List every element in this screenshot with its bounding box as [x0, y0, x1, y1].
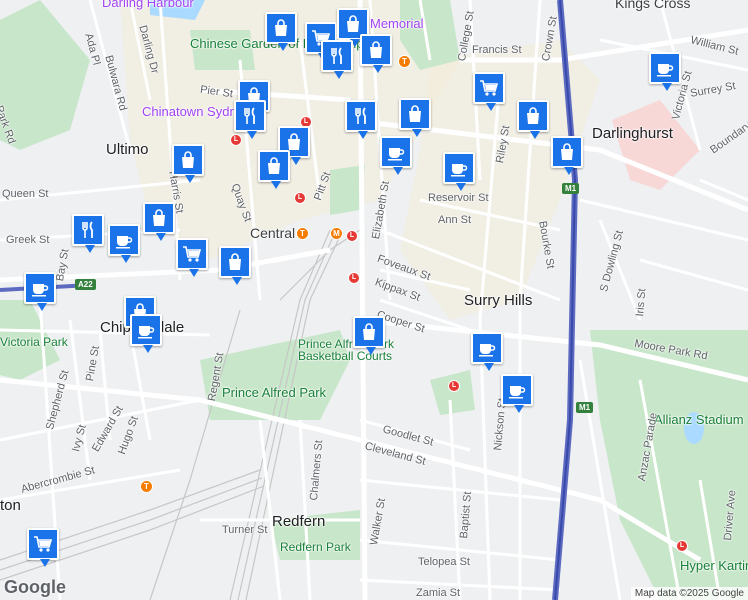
street-label: Zamia St [416, 587, 461, 599]
map-marker[interactable] [234, 100, 266, 139]
train-station-icon[interactable]: T [296, 227, 309, 240]
map-marker[interactable] [345, 100, 377, 139]
route-shield: M1 [562, 183, 580, 194]
park-label: Redfern Park [280, 540, 351, 554]
map-marker[interactable] [517, 100, 549, 139]
map-marker[interactable] [143, 202, 175, 241]
route-shield: M1 [576, 402, 594, 413]
map-marker[interactable] [172, 144, 204, 183]
street-label: Telopea St [418, 556, 470, 568]
map-marker[interactable] [108, 224, 140, 263]
suburb-label: Surry Hills [464, 292, 533, 309]
map-marker[interactable] [443, 152, 475, 191]
suburb-label: Ultimo [106, 141, 149, 158]
street-label: Reservoir St [428, 192, 489, 204]
place-label: Kings Cross [615, 0, 691, 11]
map-marker[interactable] [473, 72, 505, 111]
light-rail-icon[interactable]: L [676, 540, 688, 552]
map-marker[interactable] [471, 332, 503, 371]
google-logo: Google [4, 577, 66, 597]
place-label: Memorial [370, 16, 424, 31]
map-marker[interactable] [353, 316, 385, 355]
map-marker[interactable] [321, 40, 353, 79]
map-marker[interactable] [360, 34, 392, 73]
map-marker[interactable] [219, 246, 251, 285]
light-rail-icon[interactable]: L [448, 380, 460, 392]
map-marker[interactable] [27, 528, 59, 567]
map-marker[interactable] [399, 98, 431, 137]
light-rail-icon[interactable]: L [294, 192, 306, 204]
light-rail-icon[interactable]: L [346, 230, 358, 242]
station-label: Central [250, 225, 296, 241]
place-label: Darling Harbour [102, 0, 194, 10]
map-marker[interactable] [72, 214, 104, 253]
map-marker[interactable] [265, 12, 297, 51]
map-marker[interactable] [380, 136, 412, 175]
map-marker[interactable] [24, 272, 56, 311]
suburb-label: Redfern [272, 513, 326, 530]
suburb-label: ton [0, 497, 21, 514]
place-label: Allianz Stadium [654, 412, 744, 427]
map-marker[interactable] [551, 136, 583, 175]
street-label: Queen St [2, 188, 49, 200]
light-rail-icon[interactable]: L [230, 134, 242, 146]
park-label: Victoria Park [0, 335, 68, 349]
map-view[interactable]: Darling Harbour Chinese Garden of Friend… [0, 0, 748, 600]
suburb-label: Darlinghurst [592, 125, 673, 142]
map-marker[interactable] [649, 52, 681, 91]
map-marker[interactable] [501, 374, 533, 413]
street-label: Iris St [634, 287, 649, 318]
street-label: Ann St [438, 214, 472, 226]
street-label: Greek St [6, 234, 50, 246]
place-label: Hyper Karting [680, 558, 748, 573]
map-attribution[interactable]: Map data ©2025 Google [630, 587, 748, 600]
park-label: Prince Alfred Park [222, 385, 327, 400]
street-label: Francis St [472, 44, 522, 56]
metro-station-icon[interactable]: M [330, 227, 343, 240]
map-marker[interactable] [176, 238, 208, 277]
train-station-icon[interactable]: T [140, 480, 153, 493]
street-label: Turner St [222, 524, 268, 536]
train-station-icon[interactable]: T [398, 55, 411, 68]
map-marker[interactable] [130, 314, 162, 353]
map-marker[interactable] [258, 150, 290, 189]
light-rail-icon[interactable]: L [348, 272, 360, 284]
route-shield: A22 [75, 279, 96, 290]
